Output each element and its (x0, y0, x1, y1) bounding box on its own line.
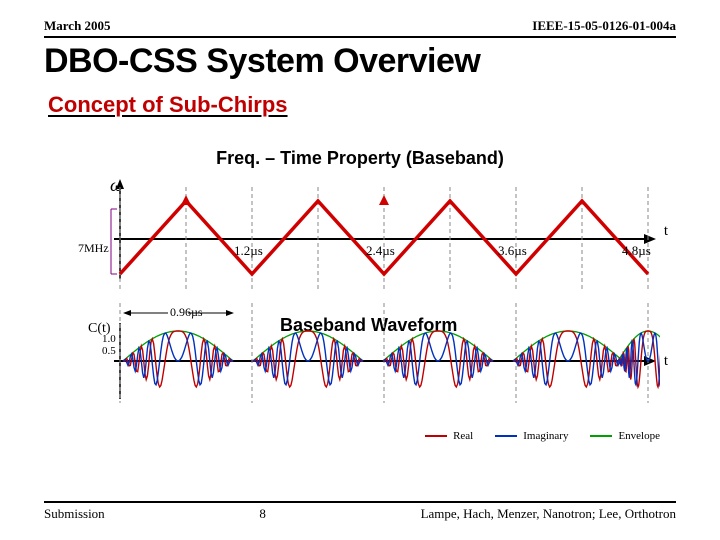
freq-chart-svg (108, 179, 660, 289)
header-docid: IEEE-15-05-0126-01-004a (532, 18, 676, 34)
page-title: DBO-CSS System Overview (44, 42, 480, 81)
footer-left: Submission (44, 506, 105, 522)
header-bar: March 2005 IEEE-15-05-0126-01-004a (44, 18, 676, 38)
legend-env-swatch (590, 435, 612, 437)
freq-y-span-label: 7MHz (78, 241, 109, 256)
freq-tick-2: 2.4µs (366, 243, 395, 259)
legend-imag: Imaginary (495, 430, 568, 442)
freq-tick-3: 3.6µs (498, 243, 527, 259)
legend-imag-swatch (495, 435, 517, 437)
legend-real-label: Real (453, 430, 473, 442)
freq-tick-1: 1.2µs (234, 243, 263, 259)
legend-imag-label: Imaginary (523, 430, 568, 442)
footer-bar: Submission 8 Lampe, Hach, Menzer, Nanotr… (44, 501, 676, 522)
footer-page: 8 (259, 506, 266, 522)
legend-real: Real (425, 430, 473, 442)
freq-chart-title: Freq. – Time Property (Baseband) (44, 148, 676, 169)
freq-t-axis-label: t (664, 223, 668, 240)
wave-t-axis-label: t (664, 353, 668, 370)
wave-chart: 0.96µs C(t) 1.0 0.5 t Baseband Waveform (60, 303, 660, 423)
legend-env: Envelope (590, 430, 660, 442)
freq-tick-4: 4.8µs (622, 243, 651, 259)
legend-env-label: Envelope (618, 430, 660, 442)
wave-chart-svg (108, 303, 660, 413)
footer-right: Lampe, Hach, Menzer, Nanotron; Lee, Orth… (421, 506, 676, 522)
freq-chart: ω 7MHz t (60, 179, 660, 299)
content-area: Freq. – Time Property (Baseband) ω 7MHz … (44, 140, 676, 480)
wave-legend: Real Imaginary Envelope (425, 430, 660, 442)
page-subtitle: Concept of Sub-Chirps (48, 92, 288, 118)
header-date: March 2005 (44, 18, 111, 34)
legend-real-swatch (425, 435, 447, 437)
